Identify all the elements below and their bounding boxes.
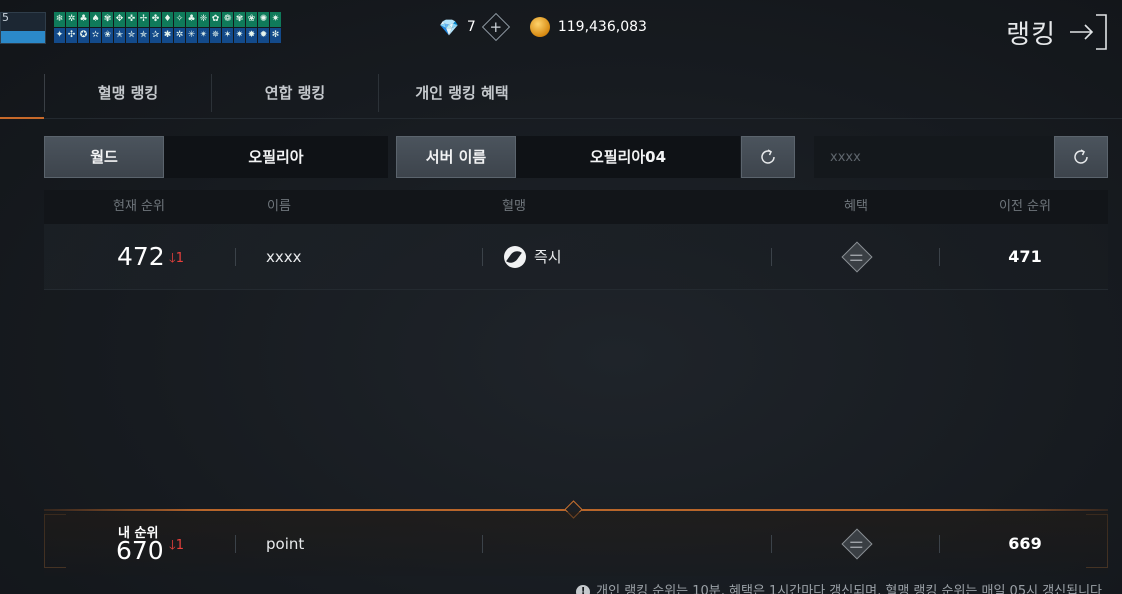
buff-icon[interactable]: ✦ [54,28,65,43]
tab-clan-ranking[interactable]: 혈맹 랭킹 [44,74,211,112]
divider [235,248,236,266]
buff-icon[interactable]: ✢ [138,12,149,27]
player-name: xxxx [266,248,302,266]
buff-icon[interactable]: ✾ [234,12,245,27]
down-arrow-icon: 🡓 [169,538,176,553]
refresh-icon [761,149,775,164]
server-filter-button[interactable]: 서버 이름 [396,136,516,178]
footer-note-text: 개인 랭킹 순위는 10분, 혜택은 1시간마다 갱신되며, 혈맹 랭킹 순위는… [596,584,1102,594]
tab-personal-ranking-benefits[interactable]: 개인 랭킹 혜택 [378,74,545,112]
divider [235,535,236,553]
buff-icon[interactable]: ✧ [174,12,185,27]
benefit-icon[interactable] [841,241,873,273]
my-rank-row[interactable]: 내 순위 670 🡓1 point 669 [44,512,1108,576]
my-name: point [266,535,305,553]
divider [482,248,483,266]
buff-icon[interactable]: ✵ [210,28,221,43]
server-refresh-button[interactable] [741,136,795,178]
column-previous-rank: 이전 순위 [999,199,1051,214]
table-header: 현재 순위 이름 혈맹 혜택 이전 순위 [44,190,1108,224]
gold-count: 119,436,083 [557,19,647,35]
buff-icon[interactable]: ✬ [102,28,113,43]
active-tab-indicator [0,117,44,119]
gold-coin-icon [529,17,550,37]
buff-icon[interactable]: ♦ [162,12,173,27]
buff-icon[interactable]: ✶ [222,28,233,43]
buff-icon[interactable]: ✲ [174,28,185,43]
buff-icon[interactable]: ♠ [90,12,101,27]
column-name: 이름 [267,199,291,214]
buff-icon[interactable]: ❄ [54,12,65,27]
player-level-box: 5 [0,11,46,44]
page-title: 랭킹 [1006,20,1056,50]
down-arrow-icon: 🡓 [169,251,176,266]
diamond-icon: 💎 [439,17,459,37]
clan-emblem-icon [504,246,526,268]
buff-icon[interactable]: ✲ [66,12,77,27]
exit-icon[interactable] [1068,13,1108,51]
buff-icon[interactable]: ✻ [270,28,281,43]
my-rank-change: 🡓1 [169,538,185,553]
divider [771,248,772,266]
buff-icon[interactable]: ✸ [246,28,257,43]
player-level: 5 [2,11,9,24]
buff-icon[interactable]: ✥ [114,12,125,27]
buff-icon[interactable]: ✿ [210,12,221,27]
buff-icon[interactable]: ✳ [186,28,197,43]
buff-icon[interactable]: ✷ [234,28,245,43]
buff-icon[interactable]: ♣ [186,12,197,27]
server-value[interactable]: 오필리아04 [516,136,740,178]
clan-name: 즉시 [534,248,562,266]
divider [939,248,940,266]
buff-icon[interactable]: ✪ [78,28,89,43]
buff-icon[interactable]: ✰ [150,28,161,43]
buff-icon[interactable]: ✾ [102,12,113,27]
divider [482,535,483,553]
info-icon: ! [576,585,591,594]
benefit-icon[interactable] [841,528,873,560]
refresh-icon [1074,149,1088,164]
buff-icon[interactable]: ❈ [198,12,209,27]
buff-icon[interactable]: ❀ [246,12,257,27]
buff-icon[interactable]: ✯ [138,28,149,43]
buff-icons[interactable]: ❄ ✲ ♣ ♠ ✾ ✥ ✜ ✢ ✤ ♦ ✧ ♣ ❈ ✿ ❁ ✾ ❀ ✺ ✷ ✦ ✣ ✪ ✫ ✬ ✭ ✮ ✯ ✰ ✱ ✲ ✳ ✴ ✵ ✶ ✷ ✸ ✹ ✻ [54,12,281,44]
world-filter-button[interactable]: 월드 [44,136,164,178]
ranking-tabs: 혈맹 랭킹 연합 랭킹 개인 랭킹 혜택 [44,74,545,112]
buff-icon[interactable]: ❁ [222,12,233,27]
buff-icon[interactable]: ✮ [126,28,137,43]
column-benefit: 혜택 [844,199,868,214]
previous-rank: 471 [1008,247,1042,266]
buff-icon[interactable]: ✜ [126,12,137,27]
rank-change: 🡓1 [169,251,185,266]
buff-icon[interactable]: ✣ [66,28,77,43]
column-clan: 혈맹 [502,199,526,214]
add-gems-button[interactable]: + [481,12,510,42]
plus-icon: + [489,17,503,36]
search-input[interactable] [814,136,1054,178]
my-current-rank: 670 [116,536,164,565]
tabs-divider [44,118,1122,119]
divider [939,535,940,553]
search-button[interactable] [1054,136,1108,178]
current-rank: 472 [117,242,165,271]
currency-bar: 💎 7 + 119,436,083 [439,12,647,42]
world-value[interactable]: 오필리아 [164,136,388,178]
gem-count: 7 [466,19,476,35]
buff-icon[interactable]: ✷ [270,12,281,27]
buff-icon[interactable]: ♣ [78,12,89,27]
buff-icon[interactable]: ✺ [258,12,269,27]
buff-icon[interactable]: ✹ [258,28,269,43]
footer-note: ! 개인 랭킹 순위는 10분, 혜택은 1시간마다 갱신되며, 혈맹 랭킹 순위… [576,580,1102,594]
exp-bar [1,31,45,43]
buff-icon[interactable]: ✱ [162,28,173,43]
buff-icon[interactable]: ✤ [150,12,161,27]
divider [771,535,772,553]
table-row[interactable]: 472 🡓1 xxxx 즉시 471 [44,224,1108,290]
my-previous-rank: 669 [1008,534,1042,553]
column-current-rank: 현재 순위 [113,199,165,214]
buff-icon[interactable]: ✴ [198,28,209,43]
tab-alliance-ranking[interactable]: 연합 랭킹 [211,74,378,112]
buff-icon[interactable]: ✭ [114,28,125,43]
buff-icon[interactable]: ✫ [90,28,101,43]
